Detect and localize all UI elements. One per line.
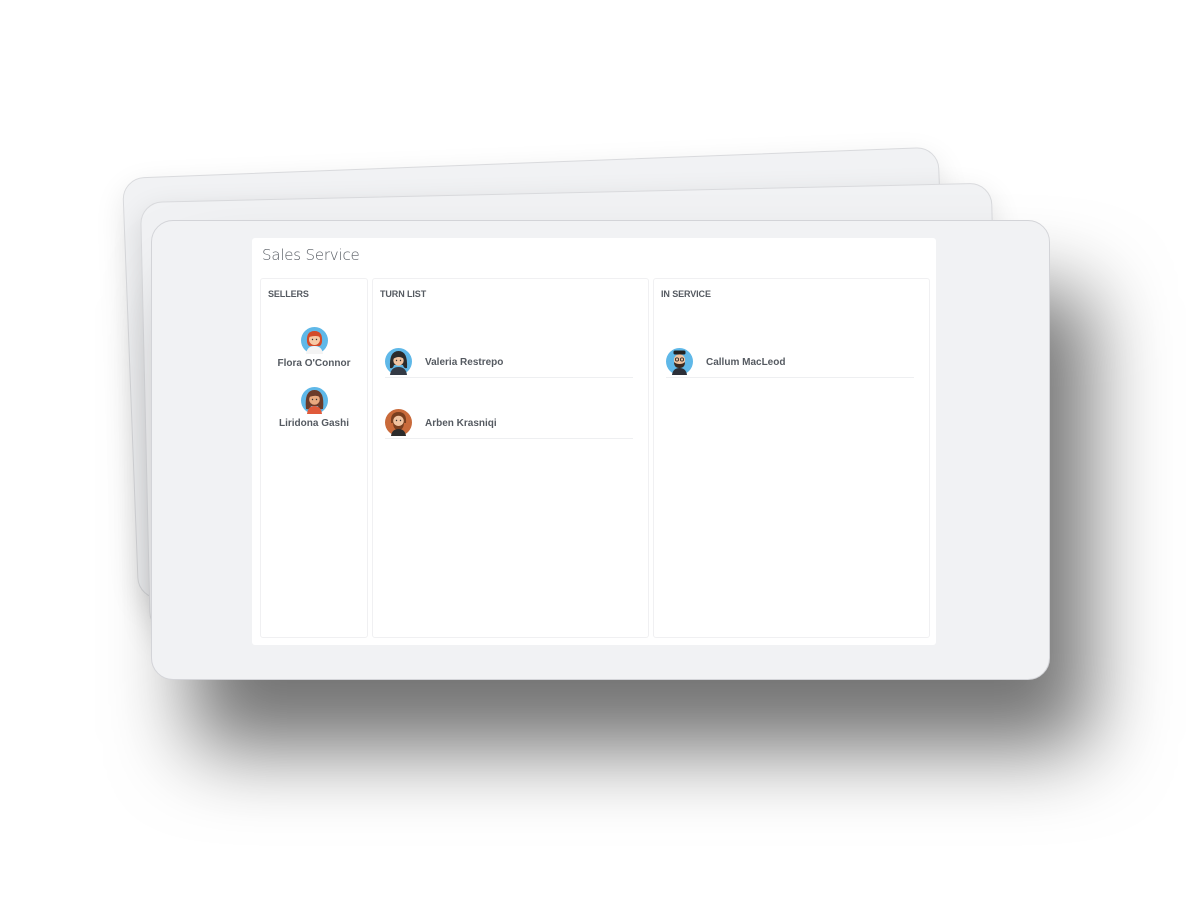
turn-list-name: Valeria Restrepo (425, 357, 504, 368)
turn-list-name: Arben Krasniqi (425, 418, 497, 429)
stage: Sales Service SELLERS Flora O'Connor Lir… (0, 0, 1200, 900)
in-service-row[interactable]: Callum MacLeod (666, 332, 914, 378)
woman-brown-hair-avatar-icon (300, 387, 328, 414)
in-service-column: IN SERVICE Callum MacLeod (653, 278, 930, 638)
turn-list-header: TURN LIST (380, 289, 427, 299)
sellers-header: SELLERS (268, 289, 309, 299)
sellers-column: SELLERS Flora O'Connor Liridona Gashi (260, 278, 368, 638)
in-service-name: Callum MacLeod (706, 357, 786, 368)
sales-service-panel: Sales Service SELLERS Flora O'Connor Lir… (252, 238, 936, 645)
seller-name: Liridona Gashi (278, 418, 349, 429)
man-glasses-avatar-icon (666, 348, 693, 375)
seller-card[interactable]: Liridona Gashi (261, 387, 367, 429)
seller-name: Flora O'Connor (277, 358, 351, 369)
woman-dark-hair-avatar-icon (385, 348, 412, 375)
in-service-header: IN SERVICE (661, 289, 711, 299)
man-beard-avatar-icon (385, 409, 412, 436)
turn-list-row[interactable]: Valeria Restrepo (385, 332, 633, 378)
main-card: Sales Service SELLERS Flora O'Connor Lir… (151, 220, 1050, 680)
turn-list-row[interactable]: Arben Krasniqi (385, 393, 633, 439)
page-title: Sales Service (262, 246, 360, 264)
seller-card[interactable]: Flora O'Connor (261, 327, 367, 369)
turn-list-column: TURN LIST Valeria Restrepo Arben Krasniq… (372, 278, 649, 638)
woman-red-hair-avatar-icon (300, 327, 328, 354)
